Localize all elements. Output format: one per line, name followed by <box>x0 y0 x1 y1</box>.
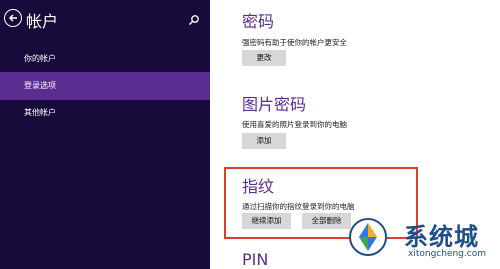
sidebar-item-sign-in-options[interactable]: 登录选项 <box>0 72 210 100</box>
sidebar-item-label: 你的帐户 <box>24 54 56 63</box>
watermark-text: 系统城 <box>404 223 479 251</box>
sidebar-item-label: 登录选项 <box>24 81 56 90</box>
picture-password-title: 图片密码 <box>242 95 307 114</box>
back-arrow-icon[interactable] <box>4 9 22 27</box>
sidebar-item-label: 其他帐户 <box>24 108 56 117</box>
watermark: 系统城 xitongcheng.com <box>340 213 500 269</box>
sidebar-item-your-account[interactable]: 你的帐户 <box>0 45 210 73</box>
sidebar: 帐户 你的帐户 登录选项 其他帐户 <box>0 0 210 269</box>
password-description: 强密码有助于使你的帐户更安全 <box>242 38 347 47</box>
change-password-button[interactable]: 更改 <box>242 50 286 66</box>
pin-title: PIN <box>242 250 269 269</box>
sidebar-title: 帐户 <box>26 12 59 31</box>
sidebar-item-other-accounts[interactable]: 其他帐户 <box>0 99 210 127</box>
add-picture-password-button[interactable]: 添加 <box>242 133 286 149</box>
password-title: 密码 <box>242 12 275 31</box>
watermark-url: xitongcheng.com <box>408 249 486 259</box>
windows-logo-icon <box>348 217 388 257</box>
search-icon[interactable] <box>188 11 200 30</box>
picture-password-description: 使用喜爱的照片登录到你的电脑 <box>242 120 347 129</box>
